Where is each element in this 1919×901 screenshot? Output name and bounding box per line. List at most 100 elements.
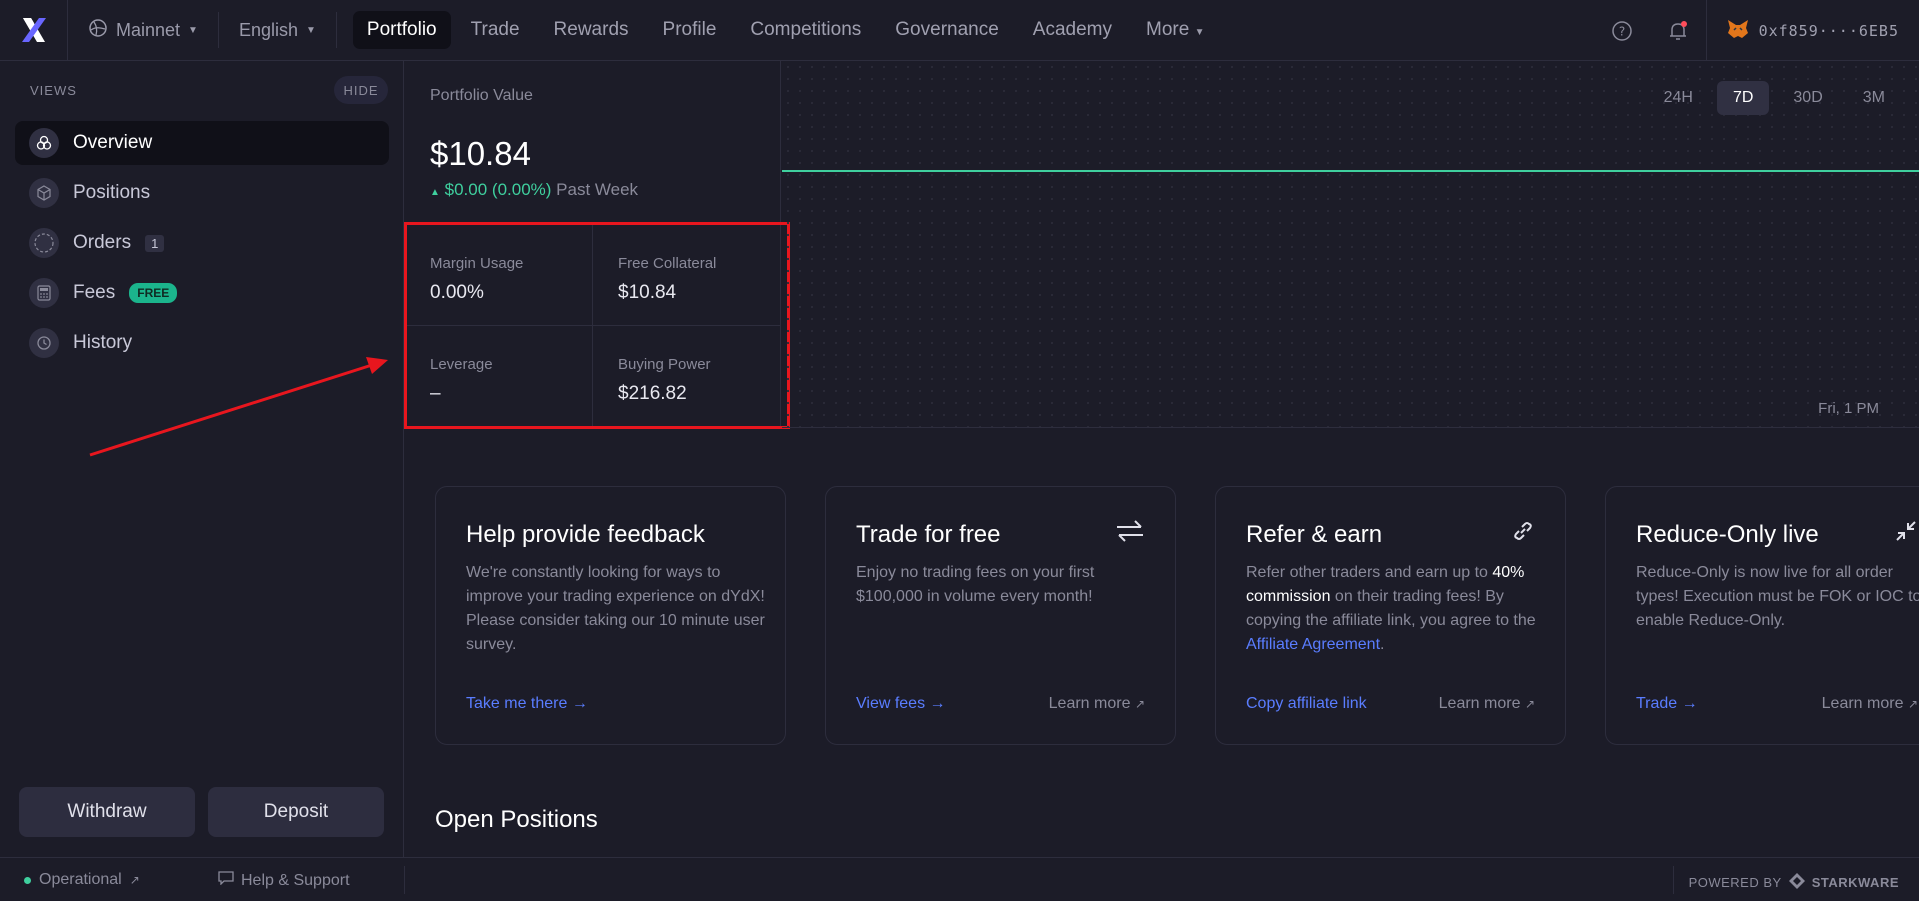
external-link-icon: ↗ (1907, 697, 1918, 711)
learn-more-label: Learn more (1438, 695, 1521, 712)
chevron-down-icon: ▼ (1194, 27, 1205, 38)
range-tab-7d[interactable]: 7D (1716, 81, 1770, 115)
starkware-label: STARKWARE (1811, 875, 1899, 890)
card-body: Enjoy no trading fees on your first $100… (856, 564, 1095, 605)
nav-more-label: More (1146, 19, 1190, 40)
sidebar-item-orders[interactable]: Orders 1 (15, 221, 389, 265)
link-chain-icon (1511, 519, 1535, 548)
portfolio-value-label: Portfolio Value (430, 87, 533, 104)
nav-profile[interactable]: Profile (649, 11, 731, 49)
status-dot-icon (24, 876, 31, 884)
nav-academy[interactable]: Academy (1019, 11, 1126, 49)
chevron-down-icon: ▼ (306, 24, 316, 36)
sidebar-item-label: Orders (73, 232, 132, 253)
external-link-icon: ↗ (1524, 697, 1535, 711)
hide-views-button[interactable]: HIDE (334, 76, 388, 104)
range-tab-30d[interactable]: 30D (1777, 81, 1838, 115)
take-me-there-link[interactable]: Take me there → (466, 695, 588, 713)
notification-bell-icon[interactable] (1661, 14, 1695, 48)
status-link[interactable]: Operational ↗ (24, 871, 140, 889)
wallet-button[interactable]: 0xf859····6EB5 (1705, 0, 1919, 61)
help-support-link[interactable]: Help & Support (218, 871, 350, 890)
starkware-logo-icon (1788, 872, 1806, 893)
range-tab-3m[interactable]: 3M (1847, 81, 1901, 115)
view-fees-link[interactable]: View fees → (856, 695, 946, 713)
nav-governance[interactable]: Governance (881, 11, 1013, 49)
portfolio-change-value: $0.00 (0.00%) (444, 180, 552, 199)
range-tab-24h[interactable]: 24H (1648, 81, 1709, 115)
card-body-text: Refer other traders and earn up to (1246, 564, 1493, 581)
top-bar: Mainnet ▼ English ▼ Portfolio Trade Rewa… (0, 0, 1919, 61)
open-positions-heading: Open Positions (435, 806, 598, 833)
powered-by-starkware[interactable]: POWERED BY STARKWARE (1689, 872, 1899, 893)
dashed-circle-icon (29, 228, 59, 258)
nav-rewards[interactable]: Rewards (540, 11, 643, 49)
highlight-box (404, 222, 790, 429)
card-body: We're constantly looking for ways to imp… (466, 564, 765, 653)
nav-trade[interactable]: Trade (457, 11, 534, 49)
sidebar-item-fees[interactable]: Fees FREE (15, 271, 389, 315)
svg-text:?: ? (1618, 24, 1624, 38)
card-title: Reduce-Only live (1636, 521, 1819, 548)
card-title: Help provide feedback (466, 521, 705, 548)
withdraw-button[interactable]: Withdraw (19, 787, 195, 837)
main-nav: Portfolio Trade Rewards Profile Competit… (352, 11, 1219, 49)
views-heading: VIEWS (30, 83, 77, 98)
affiliate-agreement-link[interactable]: Affiliate Agreement (1246, 636, 1380, 653)
learn-more-label: Learn more (1048, 695, 1131, 712)
status-label: Operational (39, 871, 122, 888)
footer-divider (1673, 866, 1674, 894)
powered-by-label: POWERED BY (1688, 875, 1782, 890)
card-title: Trade for free (856, 521, 1001, 548)
card-body-text: . (1380, 636, 1385, 653)
orders-count-badge: 1 (145, 234, 165, 252)
learn-more-link[interactable]: Learn more ↗ (1439, 695, 1535, 713)
footer: Operational ↗ Help & Support POWERED BY … (0, 857, 1919, 901)
nav-portfolio[interactable]: Portfolio (352, 11, 451, 49)
sidebar-item-label: Fees (73, 282, 116, 303)
help-icon[interactable]: ? (1605, 14, 1639, 48)
footer-divider (404, 866, 405, 894)
calculator-icon (29, 278, 59, 308)
nav-competitions[interactable]: Competitions (736, 11, 875, 49)
up-triangle-icon: ▲ (430, 187, 440, 198)
language-label: English (238, 19, 298, 40)
deposit-button[interactable]: Deposit (208, 787, 384, 837)
sidebar-item-positions[interactable]: Positions (15, 171, 389, 215)
card-title: Refer & earn (1246, 521, 1383, 548)
refer-earn-card: Refer & earn Refer other traders and ear… (1215, 486, 1566, 745)
chat-bubble-icon (218, 871, 234, 890)
nav-more[interactable]: More ▼ (1132, 11, 1218, 49)
learn-more-link[interactable]: Learn more ↗ (1822, 695, 1918, 713)
chevron-down-icon: ▼ (188, 24, 198, 36)
sidebar-item-overview[interactable]: Overview (15, 121, 389, 165)
cube-icon (29, 178, 59, 208)
overview-icon (29, 128, 59, 158)
collapse-arrows-icon (1894, 519, 1918, 548)
network-label: Mainnet (116, 19, 181, 40)
portfolio-value: $10.84 (430, 135, 531, 172)
sidebar-item-history[interactable]: History (15, 321, 389, 365)
external-link-icon: ↗ (129, 873, 140, 887)
network-selector[interactable]: Mainnet ▼ (68, 12, 219, 48)
feedback-card: Help provide feedback We're constantly l… (435, 486, 786, 745)
chart-date-label: Fri, 1 PM (1818, 400, 1879, 417)
learn-more-label: Learn more (1821, 695, 1904, 712)
portfolio-chart[interactable]: 24H 7D 30D 3M Fri, 1 PM (782, 61, 1919, 428)
dydx-logo[interactable] (0, 0, 68, 61)
wallet-address: 0xf859····6EB5 (1758, 21, 1899, 40)
learn-more-link[interactable]: Learn more ↗ (1049, 695, 1145, 713)
clock-history-icon (29, 328, 59, 358)
reduce-only-card: Reduce-Only live Reduce-Only is now live… (1605, 486, 1919, 745)
chart-line-svg (782, 170, 1919, 172)
portfolio-change-period: Past Week (556, 180, 639, 199)
fees-free-badge: FREE (129, 283, 178, 303)
trade-link[interactable]: Trade → (1636, 695, 1698, 713)
copy-affiliate-link[interactable]: Copy affiliate link (1246, 695, 1367, 713)
trade-for-free-card: Trade for free Enjoy no trading fees on … (825, 486, 1176, 745)
sidebar: VIEWS HIDE Overview Positions Orders 1 F… (0, 61, 404, 857)
language-selector[interactable]: English ▼ (219, 12, 337, 48)
help-support-label: Help & Support (241, 871, 350, 889)
sidebar-item-label: History (73, 332, 133, 353)
sidebar-item-label: Overview (73, 132, 153, 153)
